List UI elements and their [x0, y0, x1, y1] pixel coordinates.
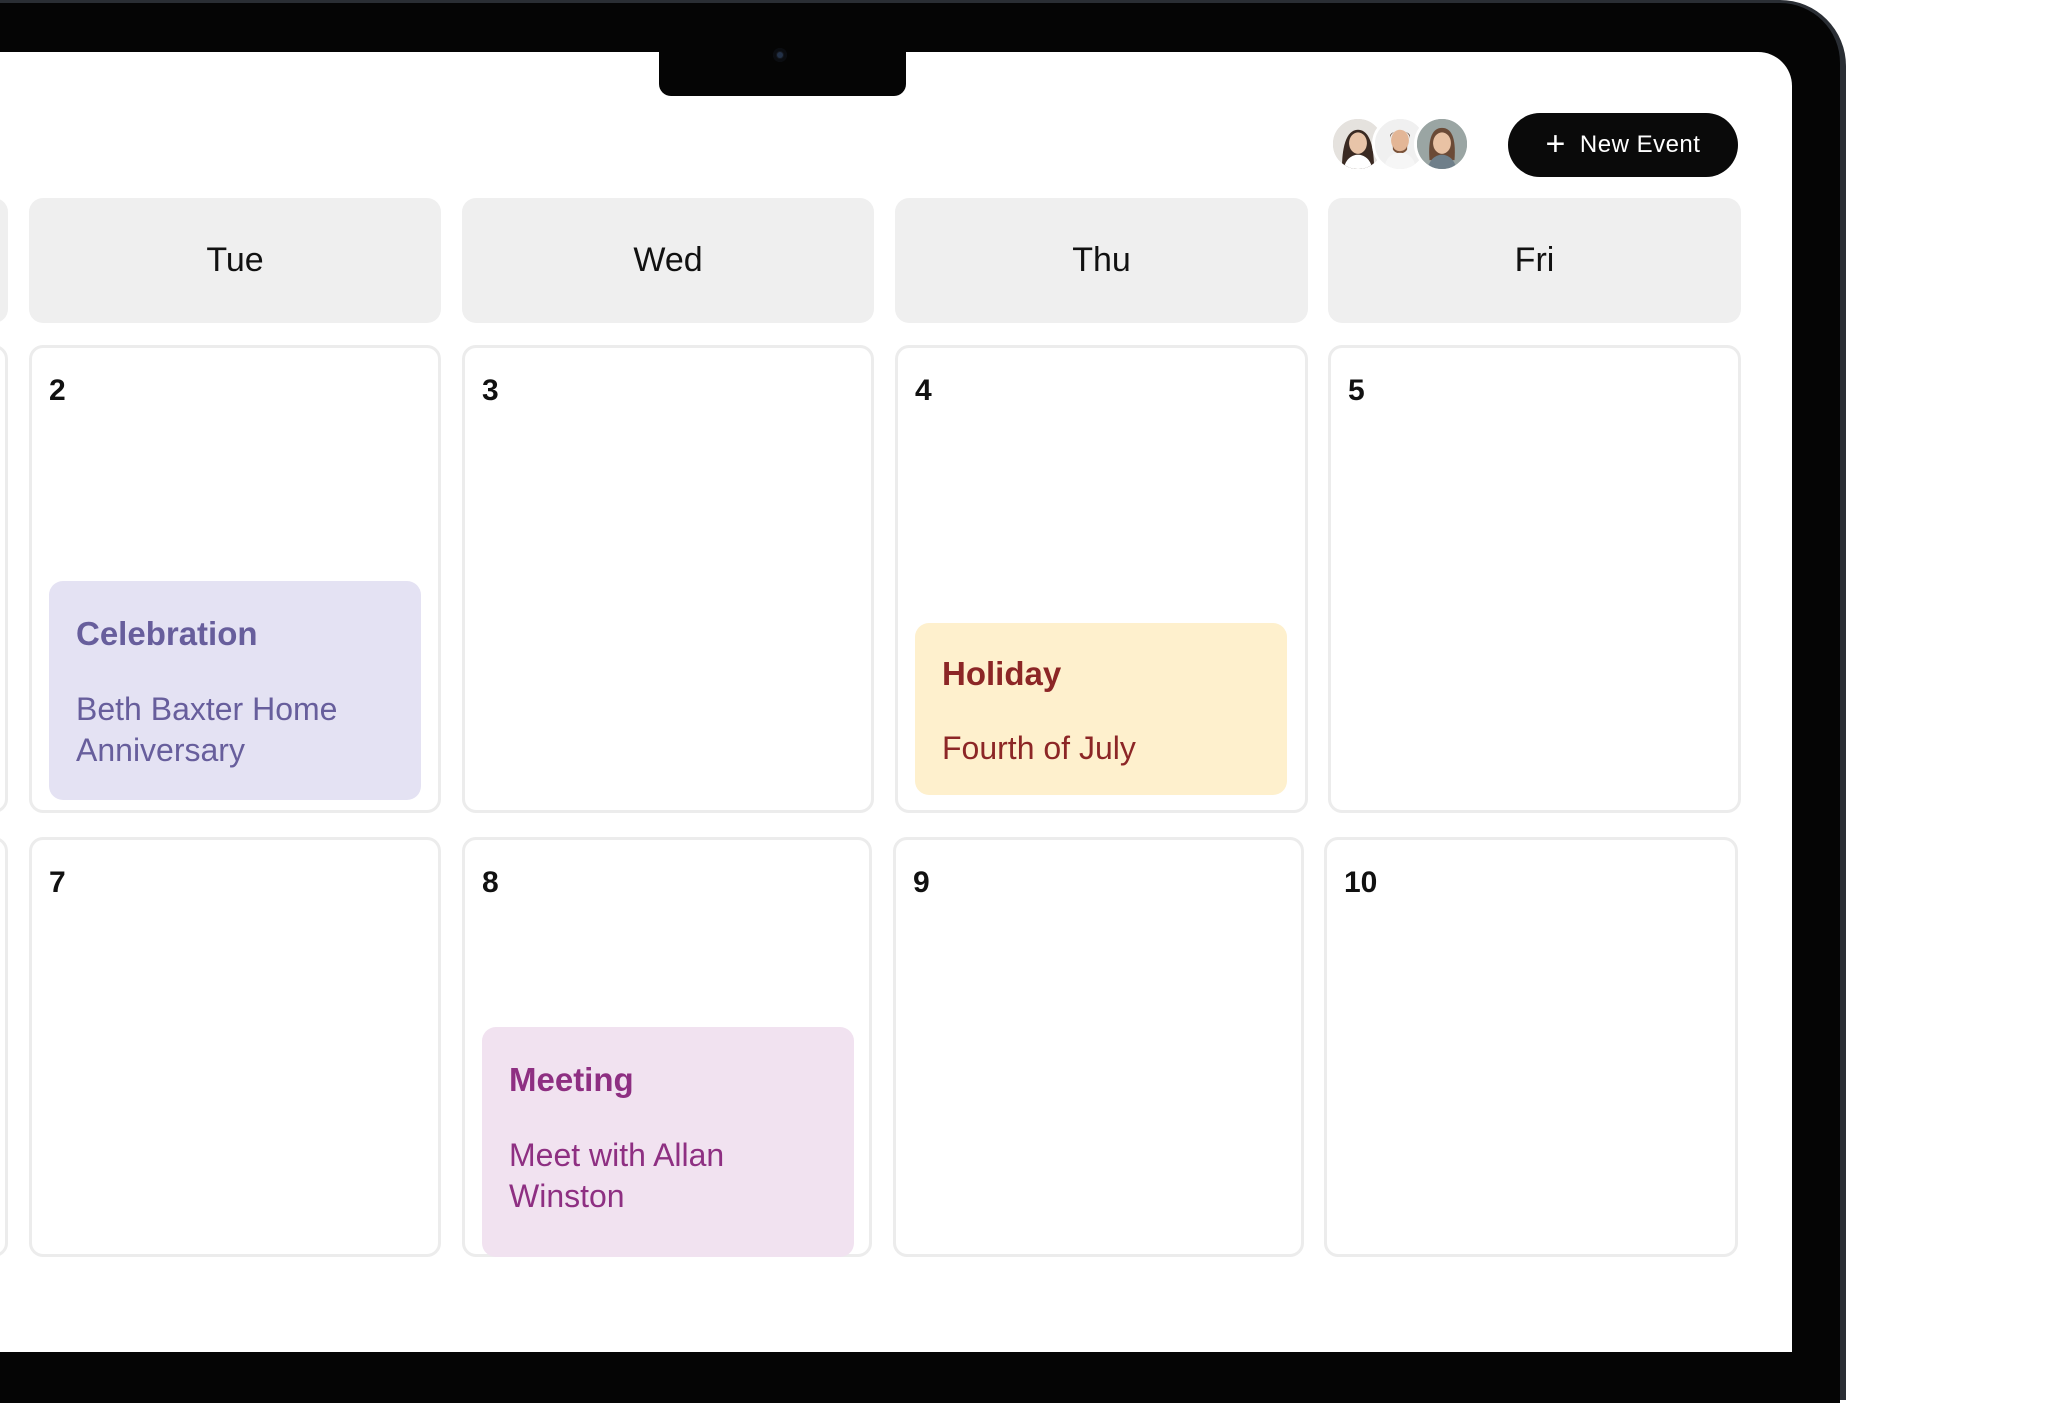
camera-icon [773, 48, 787, 62]
date-number: 9 [913, 866, 930, 899]
day-header-wed: Wed [462, 198, 874, 323]
date-number: 7 [49, 866, 66, 899]
day-header-fri: Fri [1328, 198, 1741, 323]
event-title: Meeting [509, 1061, 634, 1098]
date-number: 8 [482, 866, 499, 899]
event-description: Fourth of July [942, 730, 1136, 766]
date-number: 4 [915, 374, 932, 407]
event-description: Meet with Allan Winston [509, 1137, 725, 1214]
person-icon [1417, 119, 1467, 169]
date-number: 10 [1344, 866, 1378, 899]
day-header-partial [0, 198, 8, 323]
day-cell-partial[interactable] [0, 345, 8, 813]
new-event-button[interactable]: + New Event [1508, 113, 1738, 177]
day-cell-partial[interactable] [0, 837, 8, 1257]
event-title: Celebration [76, 615, 258, 652]
date-number: 3 [482, 374, 499, 407]
day-header-tue: Tue [29, 198, 441, 323]
new-event-label: New Event [1579, 131, 1701, 158]
avatar[interactable] [1414, 116, 1470, 172]
plus-icon: + [1545, 124, 1566, 163]
day-cell[interactable]: 4 Holiday Fourth of July [895, 345, 1308, 813]
day-header-thu: Thu [895, 198, 1308, 323]
event-card-meeting[interactable]: Meeting Meet with Allan Winston [482, 1027, 854, 1257]
day-cell[interactable]: 3 [462, 345, 874, 813]
day-cell[interactable]: 5 [1328, 345, 1741, 813]
event-card-holiday[interactable]: Holiday Fourth of July [915, 623, 1287, 795]
date-number: 2 [49, 374, 66, 407]
day-cell[interactable]: 7 [29, 837, 441, 1257]
event-description: Beth Baxter Home Anniversary [76, 691, 338, 768]
event-card-celebration[interactable]: Celebration Beth Baxter Home Anniversary [49, 581, 421, 800]
day-cell[interactable]: 9 [893, 837, 1304, 1257]
day-cell[interactable]: 8 Meeting Meet with Allan Winston [462, 837, 872, 1257]
date-number: 5 [1348, 374, 1365, 407]
event-title: Holiday [942, 655, 1062, 692]
day-cell[interactable]: 10 [1324, 837, 1738, 1257]
day-cell[interactable]: 2 Celebration Beth Baxter Home Anniversa… [29, 345, 441, 813]
